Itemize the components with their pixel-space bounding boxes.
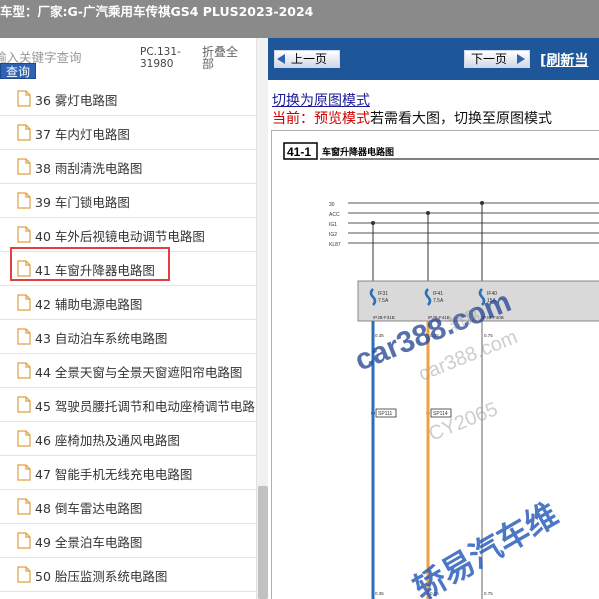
wire-label: 0.35 bbox=[375, 591, 384, 596]
document-icon bbox=[17, 192, 31, 209]
collapse-all-button[interactable]: 折叠全部 bbox=[202, 46, 246, 70]
prev-page-label: 上一页 bbox=[291, 52, 328, 66]
tree-item[interactable]: 37 车内灯电路图 bbox=[0, 116, 256, 150]
tree-item[interactable]: 46 座椅加热及通风电路图 bbox=[0, 422, 256, 456]
tree-item-label: 36 雾灯电路图 bbox=[35, 93, 118, 108]
diagram-image[interactable]: 41-1 车窗升降器电路图 30 ACC IG1 IG2 KL87 IF31 7… bbox=[271, 130, 599, 599]
fuse-rating: 7.5A bbox=[433, 298, 444, 304]
mode-prefix: 当前：预览模式 bbox=[272, 111, 370, 127]
junction-dot bbox=[426, 211, 430, 215]
wire-label: 0.75 bbox=[484, 591, 493, 596]
highlight-box bbox=[10, 247, 170, 281]
document-icon bbox=[17, 430, 31, 447]
tree-item-label: 38 雨刮清洗电路图 bbox=[35, 161, 143, 176]
prev-page-button[interactable]: 上一页 bbox=[274, 50, 340, 68]
rail-label: IG1 bbox=[329, 222, 337, 228]
splice-dot bbox=[371, 411, 375, 415]
figure-title: 车窗升降器电路图 bbox=[322, 146, 394, 158]
tree-item[interactable]: 38 雨刮清洗电路图 bbox=[0, 150, 256, 184]
tree-item[interactable]: 42 辅助电源电路图 bbox=[0, 286, 256, 320]
tree-item[interactable]: 39 车门锁电路图 bbox=[0, 184, 256, 218]
tree-item[interactable]: 47 智能手机无线充电电路图 bbox=[0, 456, 256, 490]
pc-range-text: PC.131-31980 bbox=[140, 46, 181, 70]
next-page-label: 下一页 bbox=[471, 52, 508, 66]
tree-item-label: 50 胎压监测系统电路图 bbox=[35, 569, 168, 584]
fuse-connector: IPJB-F31B bbox=[373, 315, 395, 320]
fuse-rating: 7.5A bbox=[378, 298, 389, 304]
splice-dot bbox=[426, 411, 430, 415]
viewer-panel: 上一页 下一页 [刷新当 切换为原图模式 当前：预览模式若需看大图，切换至原图模… bbox=[268, 38, 599, 599]
mode-hint: 若需看大图，切换至原图模式 bbox=[370, 111, 552, 127]
tree-item-label: 45 驾驶员腰托调节和电动座椅调节电路 bbox=[35, 399, 255, 414]
document-icon bbox=[17, 464, 31, 481]
tree-item[interactable]: 50 胎压监测系统电路图 bbox=[0, 558, 256, 592]
document-icon bbox=[17, 532, 31, 549]
fuse-name: IF41 bbox=[433, 291, 443, 297]
next-page-button[interactable]: 下一页 bbox=[464, 50, 530, 68]
rail-label: KL87 bbox=[329, 242, 341, 248]
tree-item-label: 47 智能手机无线充电电路图 bbox=[35, 467, 193, 482]
tree-item-label: 37 车内灯电路图 bbox=[35, 127, 130, 142]
tree-item-label: 43 自动泊车系统电路图 bbox=[35, 331, 168, 346]
power-rails: 30 ACC IG1 IG2 KL87 bbox=[329, 202, 599, 248]
title-bar: 车型：厂家:G-广汽乘用车传祺GS4 PLUS2023-2024 bbox=[0, 0, 599, 38]
document-icon bbox=[17, 124, 31, 141]
search-row: 查询 PC.131-31980 折叠全部 bbox=[0, 38, 268, 82]
tree-item[interactable]: 43 自动泊车系统电路图 bbox=[0, 320, 256, 354]
document-icon bbox=[17, 396, 31, 413]
document-icon bbox=[17, 566, 31, 583]
nav-bar: 上一页 下一页 [刷新当 bbox=[268, 38, 599, 80]
tree-list: 36 雾灯电路图 37 车内灯电路图 38 雨刮清洗电路图 39 车门锁电路图 40 车… bbox=[0, 82, 256, 592]
watermark: CY2065 bbox=[426, 398, 501, 445]
tree-item[interactable]: 44 全景天窗与全景天窗遮阳帘电路图 bbox=[0, 354, 256, 388]
watermark: 轿易汽车维 bbox=[407, 495, 565, 599]
arrow-left-icon bbox=[277, 54, 285, 64]
switch-original-link[interactable]: 切换为原图模式 bbox=[272, 90, 370, 110]
tree-item-label: 44 全景天窗与全景天窗遮阳帘电路图 bbox=[35, 365, 243, 380]
junction-dot bbox=[480, 201, 484, 205]
search-button[interactable]: 查询 bbox=[0, 63, 36, 79]
document-icon bbox=[17, 158, 31, 175]
current-mode-text: 当前：预览模式若需看大图，切换至原图模式 bbox=[272, 108, 552, 128]
document-icon bbox=[17, 328, 31, 345]
arrow-right-icon bbox=[517, 54, 525, 64]
tree-item-label: 39 车门锁电路图 bbox=[35, 195, 130, 210]
wiring-diagram: 41-1 车窗升降器电路图 30 ACC IG1 IG2 KL87 IF31 7… bbox=[283, 142, 599, 599]
scrollbar[interactable] bbox=[256, 38, 268, 599]
document-icon bbox=[17, 362, 31, 379]
tree-item-label: 42 辅助电源电路图 bbox=[35, 297, 143, 312]
rail-label: 30 bbox=[329, 202, 335, 208]
rail-label: IG2 bbox=[329, 232, 337, 238]
junction-dot bbox=[371, 221, 375, 225]
scrollbar-thumb[interactable] bbox=[258, 486, 268, 599]
tree-item[interactable]: 36 雾灯电路图 bbox=[0, 82, 256, 116]
document-icon bbox=[17, 226, 31, 243]
tree-item-label: 49 全景泊车电路图 bbox=[35, 535, 143, 550]
figure-number: 41-1 bbox=[287, 145, 311, 159]
tree-item[interactable]: 49 全景泊车电路图 bbox=[0, 524, 256, 558]
document-icon bbox=[17, 90, 31, 107]
tree-item-label: 40 车外后视镜电动调节电路图 bbox=[35, 229, 205, 244]
vehicle-name: 厂家:G-广汽乘用车传祺GS4 PLUS2023-2024 bbox=[37, 4, 314, 19]
tree-item[interactable]: 48 倒车雷达电路图 bbox=[0, 490, 256, 524]
tree-item-label: 46 座椅加热及通风电路图 bbox=[35, 433, 180, 448]
document-icon bbox=[17, 498, 31, 515]
vehicle-prefix: 车型： bbox=[0, 4, 38, 19]
rail-label: ACC bbox=[329, 212, 340, 218]
tree-item-label: 48 倒车雷达电路图 bbox=[35, 501, 143, 516]
tree-item[interactable]: 45 驾驶员腰托调节和电动座椅调节电路 bbox=[0, 388, 256, 422]
document-icon bbox=[17, 294, 31, 311]
fuse-name: IF31 bbox=[378, 291, 388, 297]
splice-label: SP111 bbox=[378, 411, 392, 417]
left-panel: 查询 PC.131-31980 折叠全部 36 雾灯电路图 37 车内灯电路图 38… bbox=[0, 38, 268, 599]
refresh-link[interactable]: [刷新当 bbox=[540, 50, 588, 70]
